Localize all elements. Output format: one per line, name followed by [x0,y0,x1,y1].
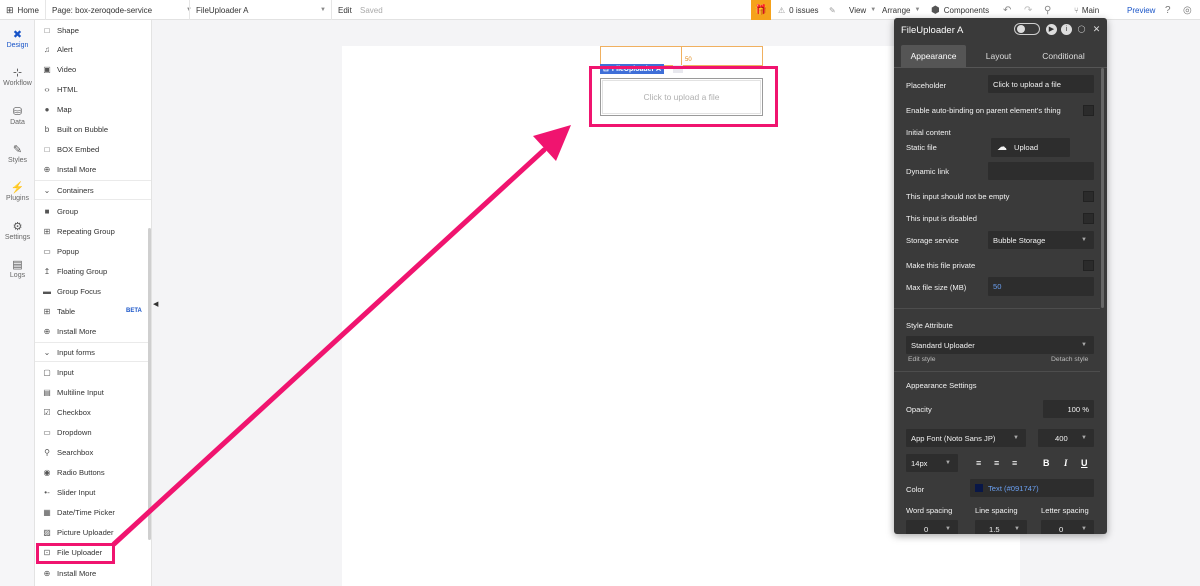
divider [894,371,1100,372]
chevron-down-icon: ▼ [945,460,951,466]
visibility-toggle[interactable] [1014,23,1040,35]
style-attribute-label: Style Attribute [906,321,953,330]
info-icon[interactable]: i [1061,23,1072,35]
private-checkbox[interactable] [1083,260,1094,271]
property-scrollbar[interactable] [1101,68,1104,308]
chevron-down-icon: ▼ [1081,342,1087,348]
property-tabs: Appearance Layout Conditional [894,45,1107,67]
storage-service-label: Storage service [906,236,959,245]
divider [894,67,1107,68]
chevron-down-icon: ▼ [1013,435,1019,441]
initial-content-label: Initial content [906,128,951,137]
line-spacing-label: Line spacing [975,506,1018,515]
color-label: Color [906,485,925,494]
style-dropdown[interactable]: Standard Uploader ▼ [906,336,1094,354]
word-spacing-label: Word spacing [906,506,953,515]
close-icon[interactable]: ✕ [1091,24,1102,35]
line-spacing-input[interactable]: 1.5 ▼ [975,520,1027,534]
cloud-upload-icon: ☁ [997,142,1007,153]
storage-service-dropdown[interactable]: Bubble Storage ▼ [988,231,1094,249]
bold-icon[interactable]: B [1043,458,1050,468]
disabled-checkbox[interactable] [1083,213,1094,224]
dynamic-link-label: Dynamic link [906,167,950,176]
tab-conditional[interactable]: Conditional [1031,45,1096,67]
chevron-down-icon: ▼ [1014,526,1020,532]
static-file-label: Static file [906,143,937,152]
property-editor-tools: ▶ i ◯ ✕ [1014,23,1102,35]
not-empty-label: This input should not be empty [906,192,1010,201]
private-label: Make this file private [906,261,976,270]
chevron-down-icon: ▼ [1081,237,1087,243]
opacity-label: Opacity [906,405,932,414]
color-picker[interactable]: Text (#091747) [970,479,1094,497]
align-right-icon[interactable]: ≡ [1012,458,1017,468]
autobinding-label: Enable auto-binding on parent element's … [906,106,1061,115]
font-family-dropdown[interactable]: App Font (Noto Sans JP) ▼ [906,429,1026,447]
align-left-icon[interactable]: ≡ [976,458,981,468]
divider [894,308,1100,309]
opacity-input[interactable]: 100 % [1043,400,1094,418]
word-spacing-input[interactable]: 0 ▼ [906,520,958,534]
disabled-label: This input is disabled [906,214,977,223]
tab-appearance[interactable]: Appearance [901,45,966,67]
italic-icon[interactable]: I [1064,458,1068,468]
edit-style-link[interactable]: Edit style [908,356,936,363]
play-icon[interactable]: ▶ [1046,23,1057,35]
tab-layout[interactable]: Layout [966,45,1031,67]
autobinding-checkbox[interactable] [1083,105,1094,116]
color-swatch [975,484,983,492]
max-size-label: Max file size (MB) [906,283,967,292]
placeholder-label: Placeholder [906,81,947,90]
not-empty-checkbox[interactable] [1083,191,1094,202]
font-size-dropdown[interactable]: 14px ▼ [906,454,958,472]
chevron-down-icon: ▼ [1081,435,1087,441]
appearance-settings-heading: Appearance Settings [906,381,977,390]
align-center-icon[interactable]: ≡ [994,458,999,468]
comment-icon[interactable]: ◯ [1076,24,1087,35]
placeholder-input[interactable]: Click to upload a file [988,75,1094,93]
letter-spacing-label: Letter spacing [1041,506,1089,515]
chevron-down-icon: ▼ [945,526,951,532]
property-editor: FileUploader A ▶ i ◯ ✕ Appearance Layout… [894,18,1107,534]
detach-style-link[interactable]: Detach style [1051,356,1088,363]
dynamic-link-input[interactable] [988,162,1094,180]
chevron-down-icon: ▼ [1081,526,1087,532]
font-weight-dropdown[interactable]: 400 ▼ [1038,429,1094,447]
upload-button[interactable]: ☁ Upload [991,138,1070,157]
max-size-input[interactable]: 50 [988,277,1094,296]
letter-spacing-input[interactable]: 0 ▼ [1041,520,1094,534]
underline-icon[interactable]: U [1081,458,1088,468]
